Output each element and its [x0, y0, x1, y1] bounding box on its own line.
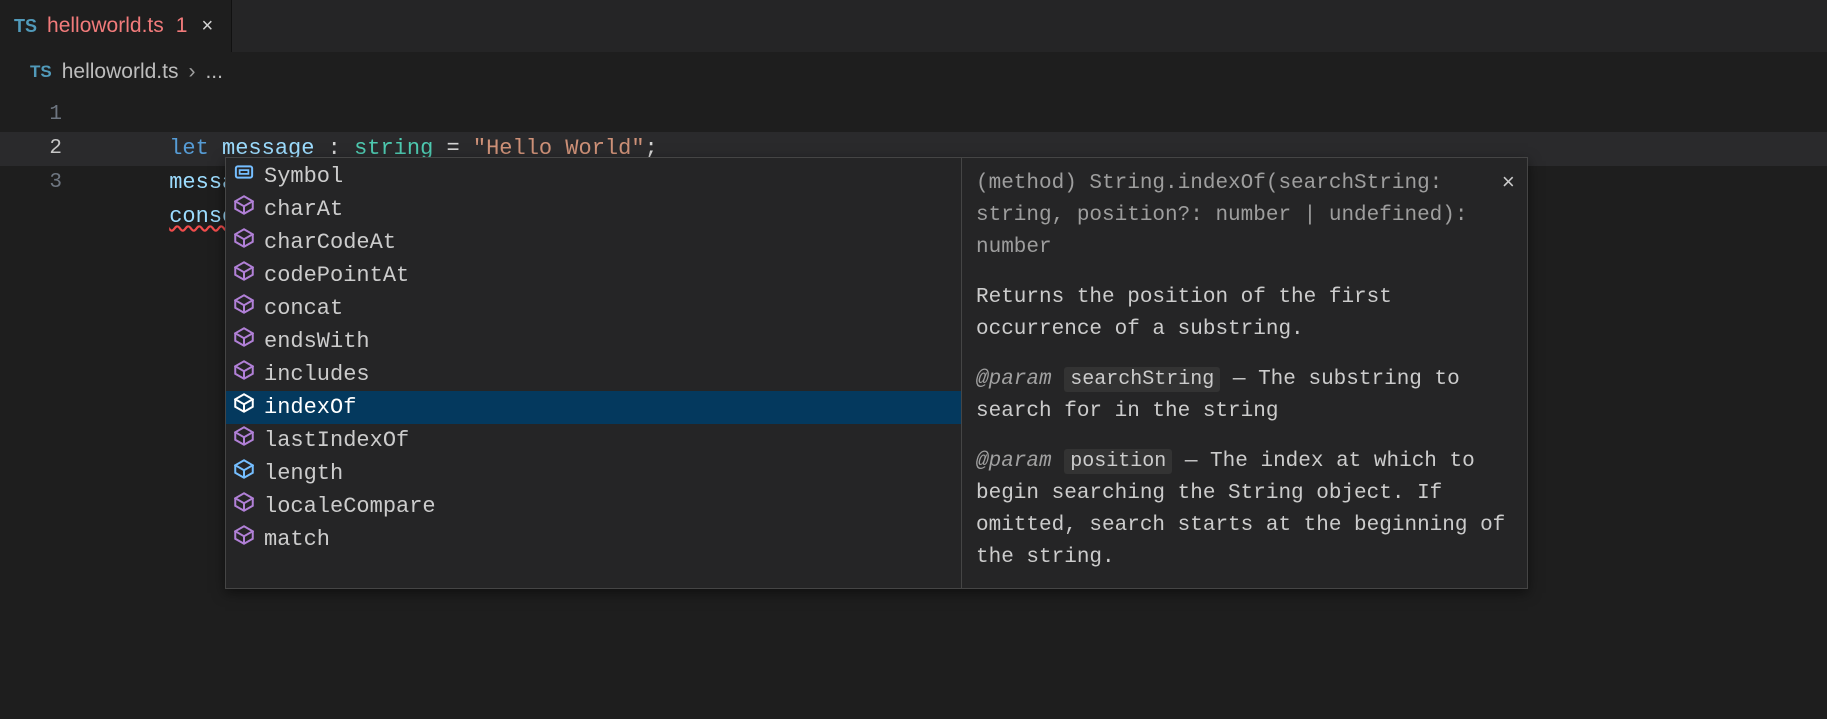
suggestion-item[interactable]: match	[226, 523, 961, 556]
suggestion-item[interactable]: includes	[226, 358, 961, 391]
tab-problem-count: 1	[176, 14, 188, 38]
method-icon	[234, 226, 254, 260]
suggestion-item[interactable]: charAt	[226, 193, 961, 226]
suggestion-item[interactable]: lastIndexOf	[226, 424, 961, 457]
suggestion-label: includes	[264, 358, 370, 392]
editor-line[interactable]: 1 let message : string = "Hello World";	[0, 98, 1827, 132]
method-icon	[234, 358, 254, 392]
suggestion-label: codePointAt	[264, 259, 409, 293]
param-name: position	[1064, 449, 1172, 474]
line-number: 1	[0, 98, 90, 132]
method-icon	[234, 259, 254, 293]
suggestion-item[interactable]: charCodeAt	[226, 226, 961, 259]
close-icon[interactable]: ×	[1502, 168, 1515, 200]
suggestion-label: concat	[264, 292, 343, 326]
suggestion-item[interactable]: codePointAt	[226, 259, 961, 292]
method-icon	[234, 523, 254, 557]
suggestion-label: charCodeAt	[264, 226, 396, 260]
breadcrumb-rest[interactable]: ...	[205, 60, 223, 84]
param-doc: @param position — The index at which to …	[976, 446, 1513, 574]
intellisense-popup: SymbolcharAtcharCodeAtcodePointAtconcate…	[225, 157, 1528, 589]
suggestion-label: endsWith	[264, 325, 370, 359]
line-number: 3	[0, 166, 90, 200]
breadcrumb-file[interactable]: helloworld.ts	[62, 60, 179, 84]
suggestion-item[interactable]: concat	[226, 292, 961, 325]
suggestion-label: match	[264, 523, 330, 557]
method-icon	[234, 325, 254, 359]
method-icon	[234, 391, 254, 425]
suggestion-label: lastIndexOf	[264, 424, 409, 458]
suggestion-list[interactable]: SymbolcharAtcharCodeAtcodePointAtconcate…	[226, 158, 961, 588]
method-icon	[234, 424, 254, 458]
method-signature: (method) String.indexOf(searchString: st…	[976, 168, 1513, 264]
field-icon	[234, 457, 254, 491]
method-icon	[234, 193, 254, 227]
suggestion-item[interactable]: endsWith	[226, 325, 961, 358]
suggestion-label: indexOf	[264, 391, 356, 425]
chevron-right-icon: ›	[188, 60, 195, 84]
suggestion-details: × (method) String.indexOf(searchString: …	[961, 158, 1527, 588]
editor-tab[interactable]: TS helloworld.ts 1 ×	[0, 0, 232, 52]
param-name: searchString	[1064, 367, 1220, 392]
suggestion-item[interactable]: localeCompare	[226, 490, 961, 523]
suggestion-item[interactable]: length	[226, 457, 961, 490]
method-icon	[234, 292, 254, 326]
suggestion-label: localeCompare	[264, 490, 436, 524]
suggestion-item[interactable]: indexOf	[226, 391, 961, 424]
close-icon[interactable]: ×	[197, 15, 217, 38]
method-description: Returns the position of the first occurr…	[976, 282, 1513, 346]
typescript-icon: TS	[14, 16, 37, 37]
typescript-icon: TS	[30, 62, 52, 82]
suggestion-label: Symbol	[264, 160, 343, 194]
method-icon	[234, 490, 254, 524]
line-number: 2	[0, 132, 90, 166]
param-doc: @param searchString — The substring to s…	[976, 364, 1513, 428]
tab-bar: TS helloworld.ts 1 ×	[0, 0, 1827, 52]
code-editor[interactable]: 1 let message : string = "Hello World"; …	[0, 92, 1827, 200]
suggestion-label: length	[264, 457, 343, 491]
interface-icon	[234, 160, 254, 194]
tab-title: helloworld.ts	[47, 14, 164, 38]
suggestion-label: charAt	[264, 193, 343, 227]
breadcrumb[interactable]: TS helloworld.ts › ...	[0, 52, 1827, 92]
suggestion-item[interactable]: Symbol	[226, 160, 961, 193]
